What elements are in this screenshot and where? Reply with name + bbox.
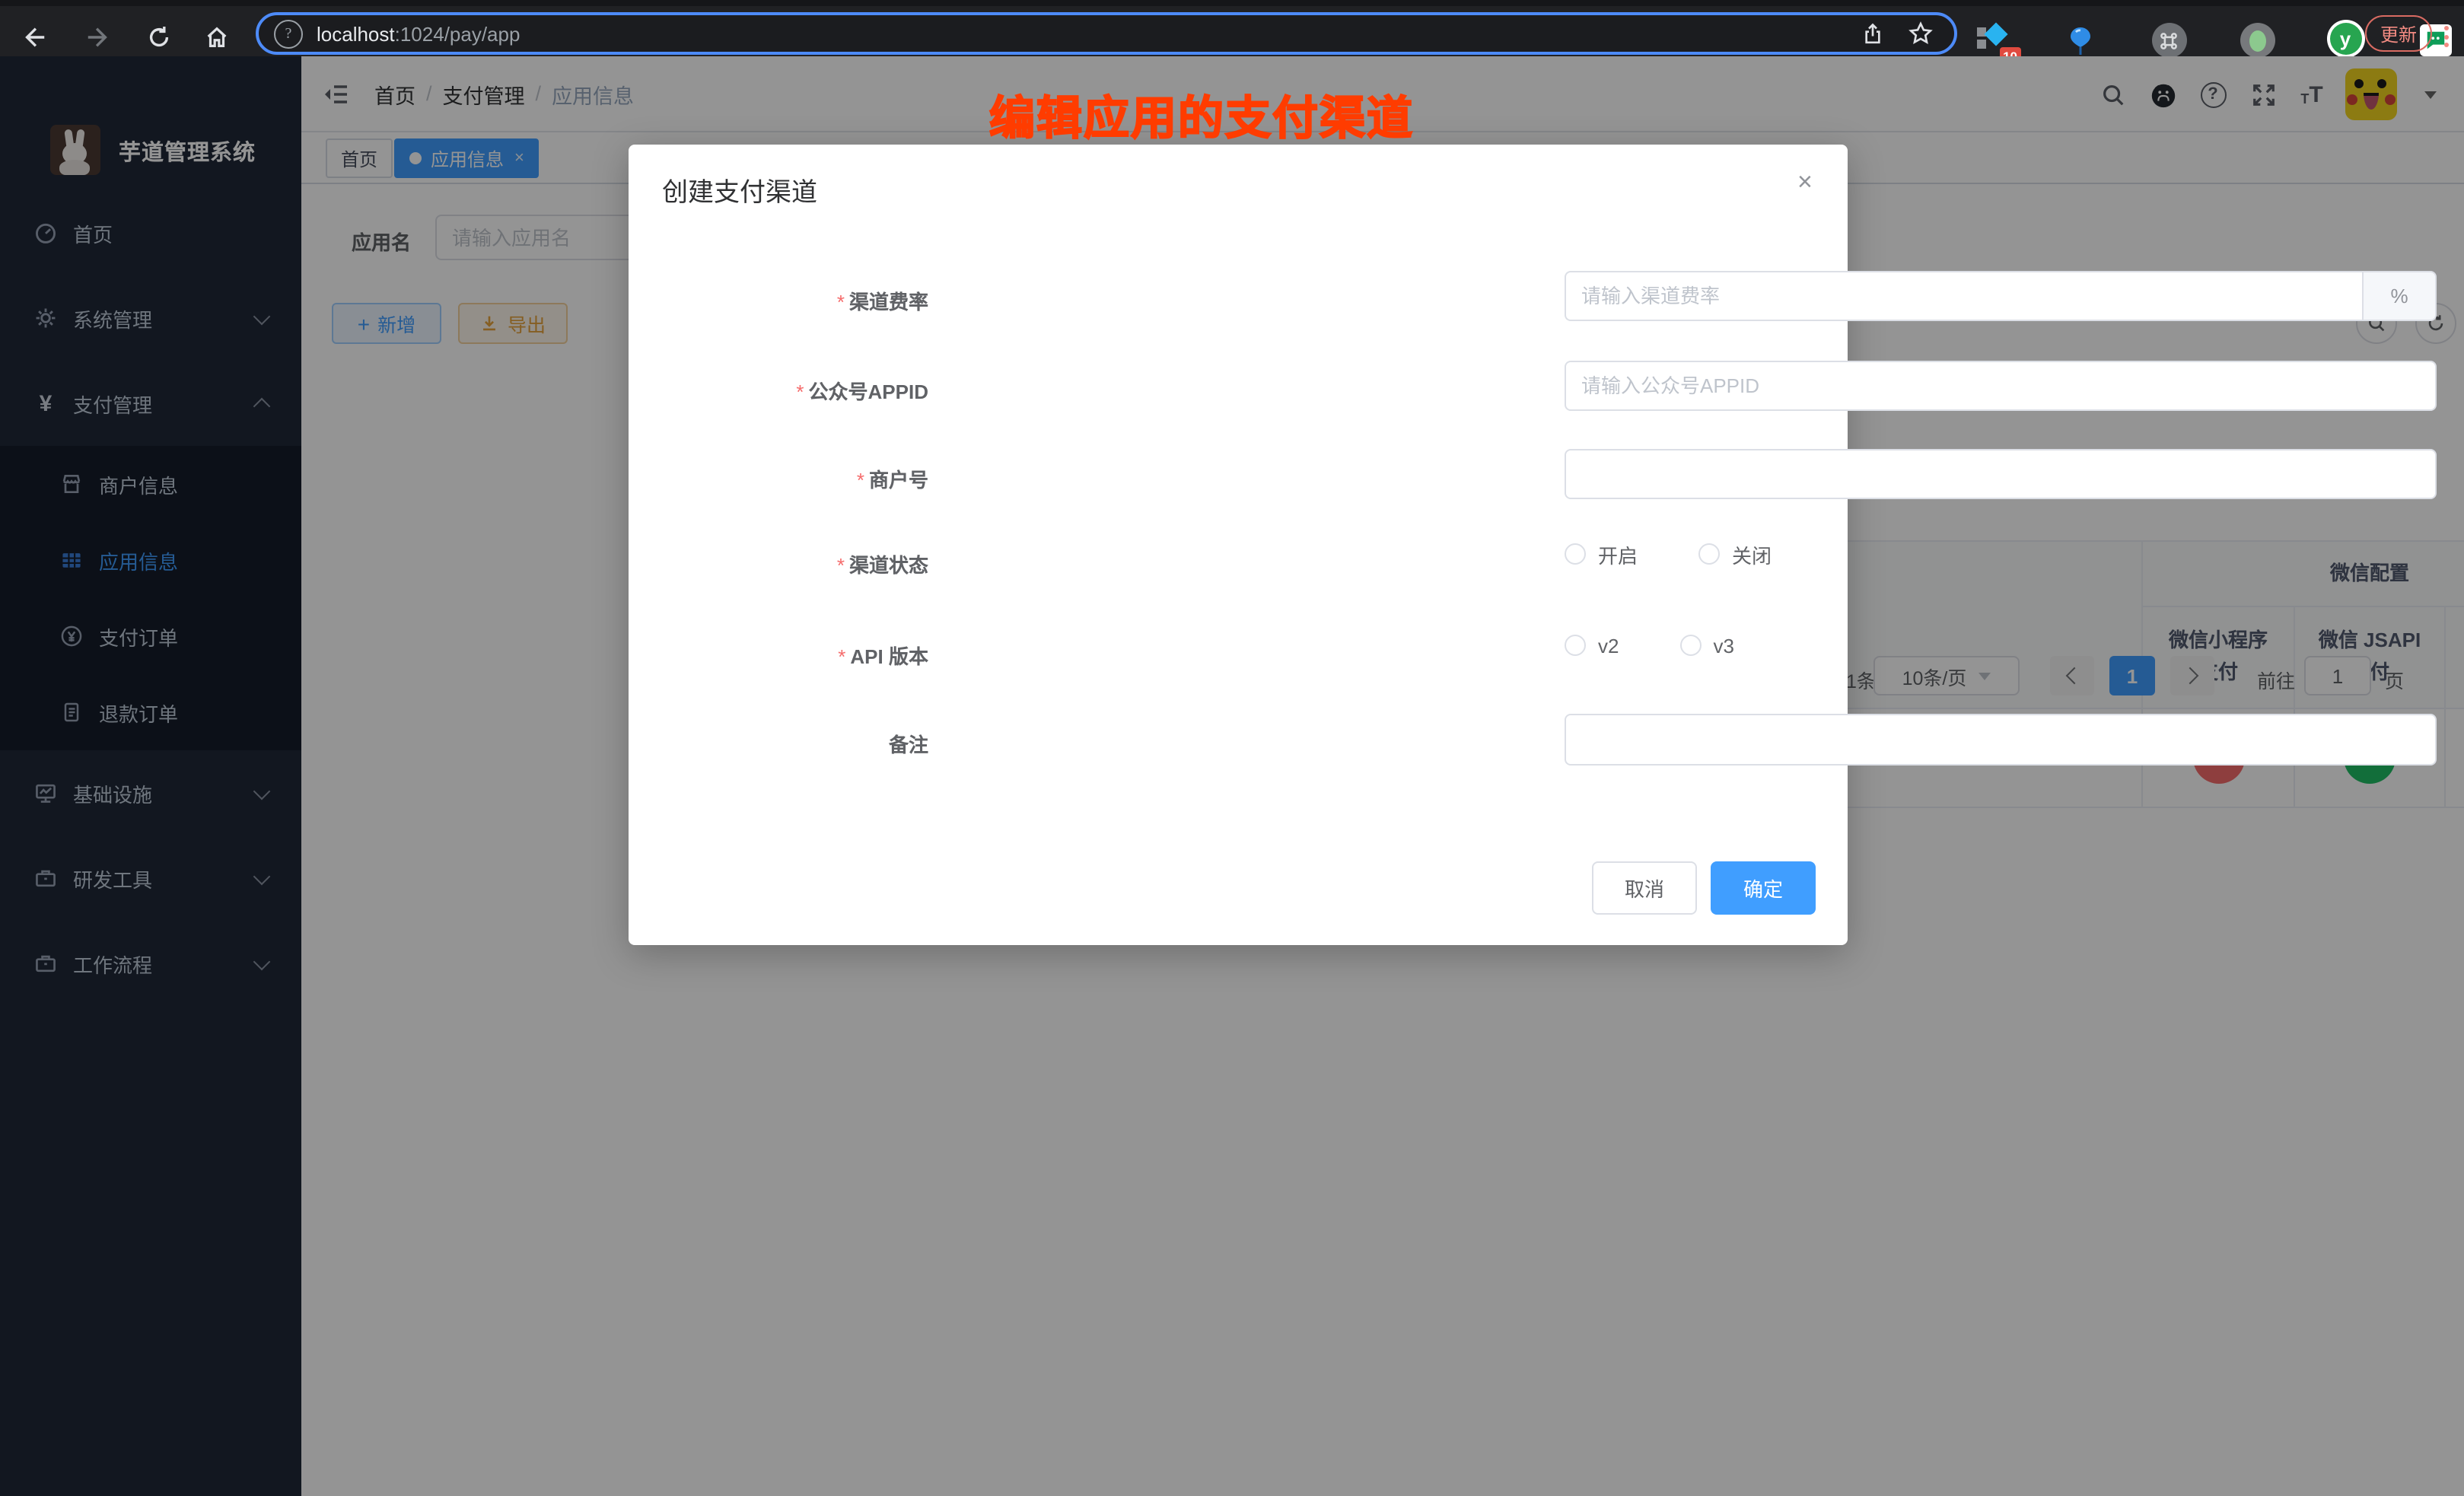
browser-reload-button[interactable]	[140, 18, 177, 55]
radio-v3-label[interactable]: v3	[1713, 634, 1733, 657]
home-icon	[203, 24, 229, 49]
extension-balloon[interactable]	[2061, 21, 2100, 60]
field-label-rate: *渠道费率	[670, 286, 928, 315]
radio-open-label[interactable]: 开启	[1598, 540, 1638, 568]
browser-menu-button[interactable]	[2444, 26, 2449, 47]
rate-input-group: %	[1565, 271, 2437, 321]
address-bar[interactable]: ? localhost :1024/pay/app	[256, 12, 1957, 55]
dot	[2444, 34, 2449, 39]
command-circle-icon	[2151, 23, 2186, 58]
dialog-close-button[interactable]: ×	[1797, 167, 1813, 198]
radio-v3[interactable]	[1679, 635, 1701, 656]
api-version-radio-group: v2 v3	[1565, 630, 1734, 660]
arrow-left-icon	[21, 24, 46, 49]
radio-open[interactable]	[1565, 543, 1586, 565]
y-circle-icon: y	[2329, 23, 2361, 55]
share-icon	[1861, 22, 1883, 45]
status-radio-group: 开启 关闭	[1565, 539, 1772, 569]
browser-home-button[interactable]	[198, 18, 234, 55]
update-label: 更新	[2380, 21, 2417, 46]
field-label-merchant: *商户号	[670, 464, 928, 493]
browser-back-button[interactable]	[15, 18, 52, 55]
url-path: :1024/pay/app	[395, 22, 520, 45]
cancel-button[interactable]: 取消	[1592, 861, 1697, 915]
remark-input[interactable]	[1565, 714, 2437, 766]
screen: ? localhost :1024/pay/app 10	[0, 0, 2464, 1496]
radio-v2-label[interactable]: v2	[1598, 634, 1619, 657]
record-circle-icon	[2240, 23, 2275, 58]
extension-tabs-outliner[interactable]: 10	[1975, 21, 2015, 60]
percent-suffix: %	[2362, 271, 2437, 321]
radio-v2[interactable]	[1565, 635, 1586, 656]
y-circle-outer: y	[2326, 20, 2364, 58]
balloon-icon	[2067, 25, 2094, 56]
radio-closed[interactable]	[1698, 543, 1720, 565]
merchant-input[interactable]	[1565, 449, 2437, 499]
url-host: localhost	[317, 22, 395, 45]
browser-chrome: ? localhost :1024/pay/app 10	[0, 0, 2464, 56]
share-button[interactable]	[1854, 15, 1890, 52]
browser-update-button[interactable]: 更新	[2365, 15, 2432, 52]
ext-square-icon	[1977, 39, 1986, 48]
extension-shortcuts[interactable]	[2149, 21, 2189, 60]
field-label-remark: 备注	[670, 729, 928, 758]
rate-input[interactable]	[1565, 271, 2362, 321]
radio-closed-label[interactable]: 关闭	[1732, 540, 1772, 568]
field-label-status: *渠道状态	[670, 549, 928, 578]
dot	[2444, 43, 2449, 47]
arrow-right-icon	[84, 24, 110, 49]
extension-y[interactable]: y	[2326, 19, 2365, 59]
bookmark-star-button[interactable]	[1902, 15, 1939, 52]
annotation-text: 编辑应用的支付渠道	[989, 81, 1414, 148]
field-label-api-version: *API 版本	[670, 641, 928, 670]
site-info-icon[interactable]: ?	[274, 19, 303, 48]
appid-input[interactable]	[1565, 361, 2437, 411]
confirm-button[interactable]: 确定	[1711, 861, 1816, 915]
dot	[2444, 26, 2449, 30]
ext-diamond-icon	[1984, 21, 2007, 45]
star-icon	[1908, 21, 1933, 46]
dialog-title: 创建支付渠道	[662, 170, 817, 208]
extension-recorder[interactable]	[2237, 21, 2277, 60]
browser-forward-button[interactable]	[79, 18, 116, 55]
field-label-appid: *公众号APPID	[670, 376, 928, 405]
reload-icon	[145, 24, 171, 49]
record-dot-icon	[2249, 30, 2265, 51]
create-channel-dialog: 创建支付渠道 × *渠道费率 % *公众号APPID *商户号 *渠道状态 开启	[629, 145, 1848, 945]
